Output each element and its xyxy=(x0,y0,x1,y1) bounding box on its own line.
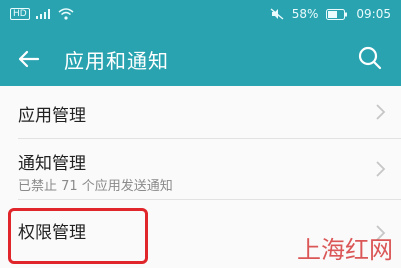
clock: 09:05 xyxy=(356,7,391,21)
hd-badge: HD xyxy=(10,8,30,20)
back-arrow-icon[interactable] xyxy=(14,44,44,74)
chevron-right-icon xyxy=(376,161,386,177)
search-icon[interactable] xyxy=(355,43,385,73)
item-label: 应用管理 xyxy=(18,106,86,126)
watermark: 上海红网 xyxy=(297,236,393,264)
item-label: 通知管理 xyxy=(18,154,86,174)
app-bar: HD 58% 09:05 应用和通知 xyxy=(0,0,401,86)
mute-icon xyxy=(270,8,284,20)
status-right: 58% 09:05 xyxy=(270,7,391,21)
wifi-icon xyxy=(58,8,74,20)
page-title: 应用和通知 xyxy=(64,49,169,73)
chevron-right-icon xyxy=(376,104,386,120)
battery-percent: 58% xyxy=(291,7,319,21)
item-subtitle: 已禁止 71 个应用发送通知 xyxy=(18,179,173,194)
status-left: HD xyxy=(10,8,74,20)
battery-icon xyxy=(326,8,348,20)
list-item-notification-management[interactable]: 通知管理 已禁止 71 个应用发送通知 xyxy=(0,139,401,199)
status-bar: HD 58% 09:05 xyxy=(0,0,401,30)
toolbar: 应用和通知 xyxy=(0,34,401,86)
signal-icon xyxy=(35,9,50,19)
highlight-annotation-box xyxy=(8,208,148,264)
list-item-app-management[interactable]: 应用管理 xyxy=(0,86,401,138)
